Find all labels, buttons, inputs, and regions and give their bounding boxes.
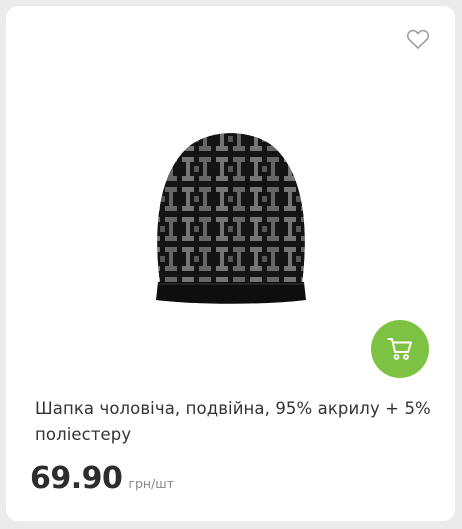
product-price: 69.90: [30, 461, 123, 496]
price-unit: грн/шт: [128, 476, 175, 491]
knit-hat-image: [156, 133, 306, 304]
product-card[interactable]: Шапка чоловіча, подвійна, 95% акрилу + 5…: [6, 6, 455, 521]
cart-icon: [387, 338, 412, 360]
product-image[interactable]: [146, 124, 316, 306]
favorite-button[interactable]: [406, 28, 430, 50]
heart-icon: [406, 29, 430, 49]
product-title[interactable]: Шапка чоловіча, подвійна, 95% акрилу + 5…: [35, 396, 435, 448]
add-to-cart-button[interactable]: [371, 320, 429, 378]
price-row: 69.90 грн/шт: [30, 461, 174, 496]
